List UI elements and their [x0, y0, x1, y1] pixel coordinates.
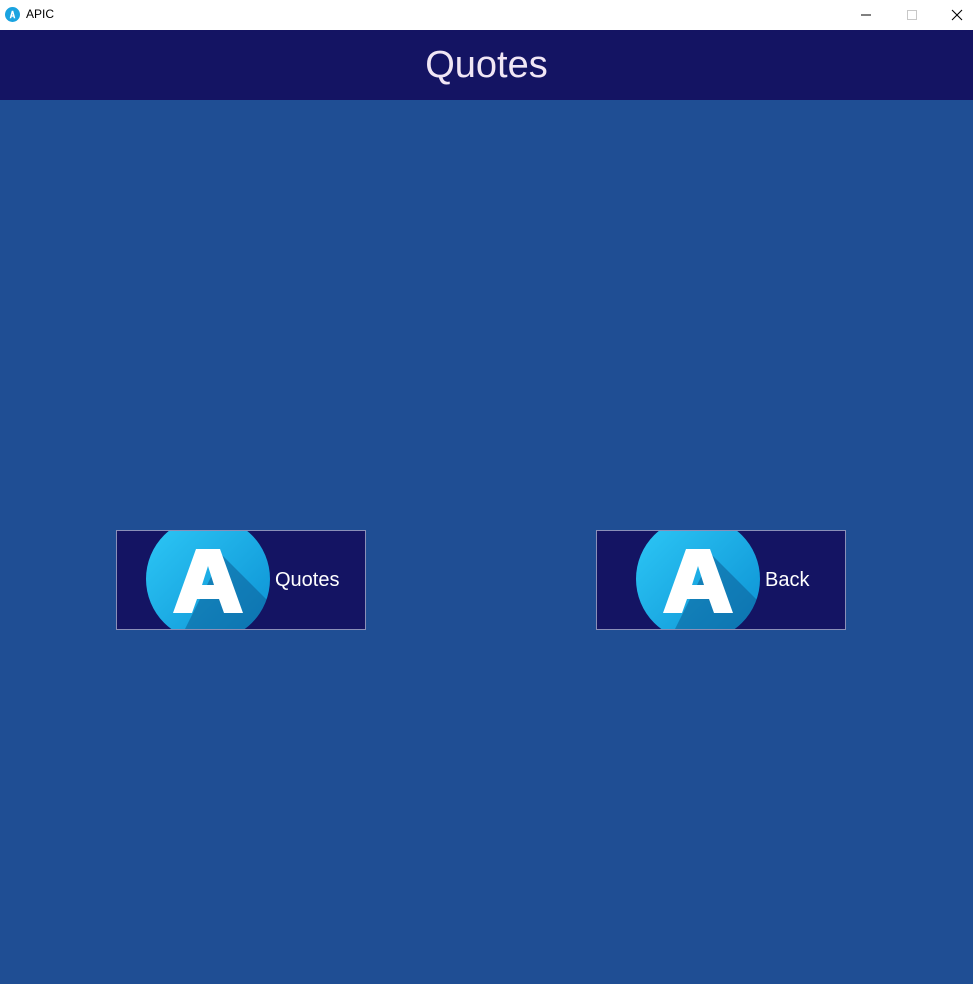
- app-title: APIC: [26, 7, 55, 21]
- quotes-button-label: Quotes: [275, 569, 340, 591]
- app-logo-icon: [5, 7, 20, 22]
- back-button-label: Back: [765, 569, 810, 591]
- minimize-button[interactable]: [843, 0, 889, 30]
- title-bar[interactable]: APIC: [0, 0, 973, 30]
- maximize-button[interactable]: [889, 0, 935, 30]
- page-header: Quotes: [0, 30, 973, 100]
- close-icon: [951, 9, 963, 21]
- back-button[interactable]: Back: [596, 530, 846, 630]
- minimize-icon: [861, 14, 871, 16]
- page-title: Quotes: [425, 43, 548, 86]
- close-button[interactable]: [934, 0, 973, 30]
- quotes-button[interactable]: Quotes: [116, 530, 366, 630]
- maximize-icon: [907, 10, 917, 20]
- apic-logo-icon: [146, 531, 270, 629]
- app-window: APIC Quotes Quotes Back: [0, 0, 973, 984]
- apic-logo-icon: [636, 531, 760, 629]
